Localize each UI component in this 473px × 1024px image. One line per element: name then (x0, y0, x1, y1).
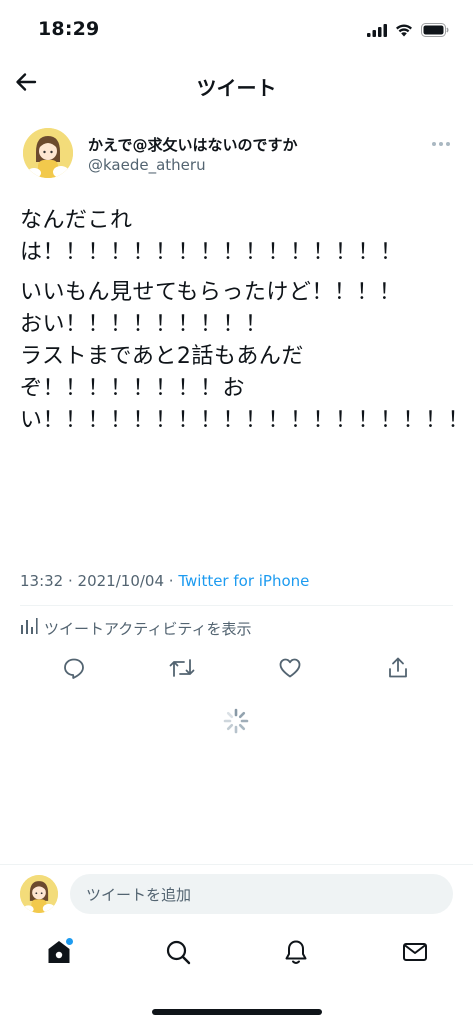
tweet-detail-screen: 18:29 ツイート かえで@求攵いはないのですか @kaede_atheru … (0, 0, 473, 1024)
reply-button[interactable] (58, 654, 90, 686)
tweet-actions (0, 654, 473, 686)
tweet-paragraph: いいもん見せてもらったけど！！！！ おい！！！！！！！！！ ラストまであと2話も… (20, 280, 473, 433)
like-button[interactable] (274, 654, 306, 686)
bar-chart-icon (20, 617, 38, 639)
battery-icon (421, 22, 449, 41)
tweet-meta: 13:32 · 2021/10/04 · Twitter for iPhone (20, 572, 309, 590)
more-button[interactable] (429, 136, 453, 152)
home-indicator (152, 1009, 322, 1015)
loading-spinner-icon (223, 708, 249, 734)
author-avatar[interactable] (23, 128, 73, 178)
tweet-time: 13:32 (20, 572, 64, 590)
reply-composer: ツイートを追加 (0, 864, 473, 924)
share-button[interactable] (382, 654, 414, 686)
more-dots-icon (432, 142, 450, 146)
bell-icon (282, 938, 310, 970)
tweet-text: なんだこれは！！！！！！！！！！！！！！！！ いいもん見せてもらったけど！！！！… (20, 205, 473, 437)
reply-icon (62, 656, 86, 684)
retweet-icon (169, 656, 195, 684)
tab-home[interactable] (41, 936, 77, 972)
reply-input[interactable]: ツイートを追加 (70, 874, 453, 914)
heart-icon (278, 656, 302, 684)
author-handle[interactable]: @kaede_atheru (88, 156, 206, 174)
author-name[interactable]: かえで@求攵いはないのですか (88, 134, 298, 155)
user-avatar[interactable] (20, 875, 58, 913)
nav-header: ツイート (0, 62, 473, 106)
status-icons (367, 22, 449, 41)
status-time: 18:29 (38, 18, 100, 40)
tab-bar (0, 924, 473, 984)
meta-separator: · (164, 572, 179, 590)
search-icon (164, 938, 192, 970)
tweet-activity-label: ツイートアクティビティを表示 (44, 619, 252, 638)
tweet-activity-link[interactable]: ツイートアクティビティを表示 (20, 617, 251, 639)
tweet-paragraph: なんだこれは！！！！！！！！！！！！！！！！ (20, 208, 403, 265)
wifi-icon (395, 22, 413, 41)
tweet-date: 2021/10/04 (77, 572, 165, 590)
page-title: ツイート (196, 76, 277, 100)
tab-notifications[interactable] (278, 936, 314, 972)
tab-search[interactable] (160, 936, 196, 972)
tweet-author: かえで@求攵いはないのですか @kaede_atheru (20, 126, 453, 190)
retweet-button[interactable] (166, 654, 198, 686)
divider (20, 605, 453, 606)
share-icon (386, 656, 410, 684)
tab-messages[interactable] (397, 936, 433, 972)
envelope-icon (401, 938, 429, 970)
tweet-source-link[interactable]: Twitter for iPhone (178, 572, 309, 590)
cellular-signal-icon (367, 22, 387, 41)
notification-dot (66, 938, 73, 945)
meta-separator: · (63, 572, 78, 590)
status-bar: 18:29 (0, 0, 473, 62)
